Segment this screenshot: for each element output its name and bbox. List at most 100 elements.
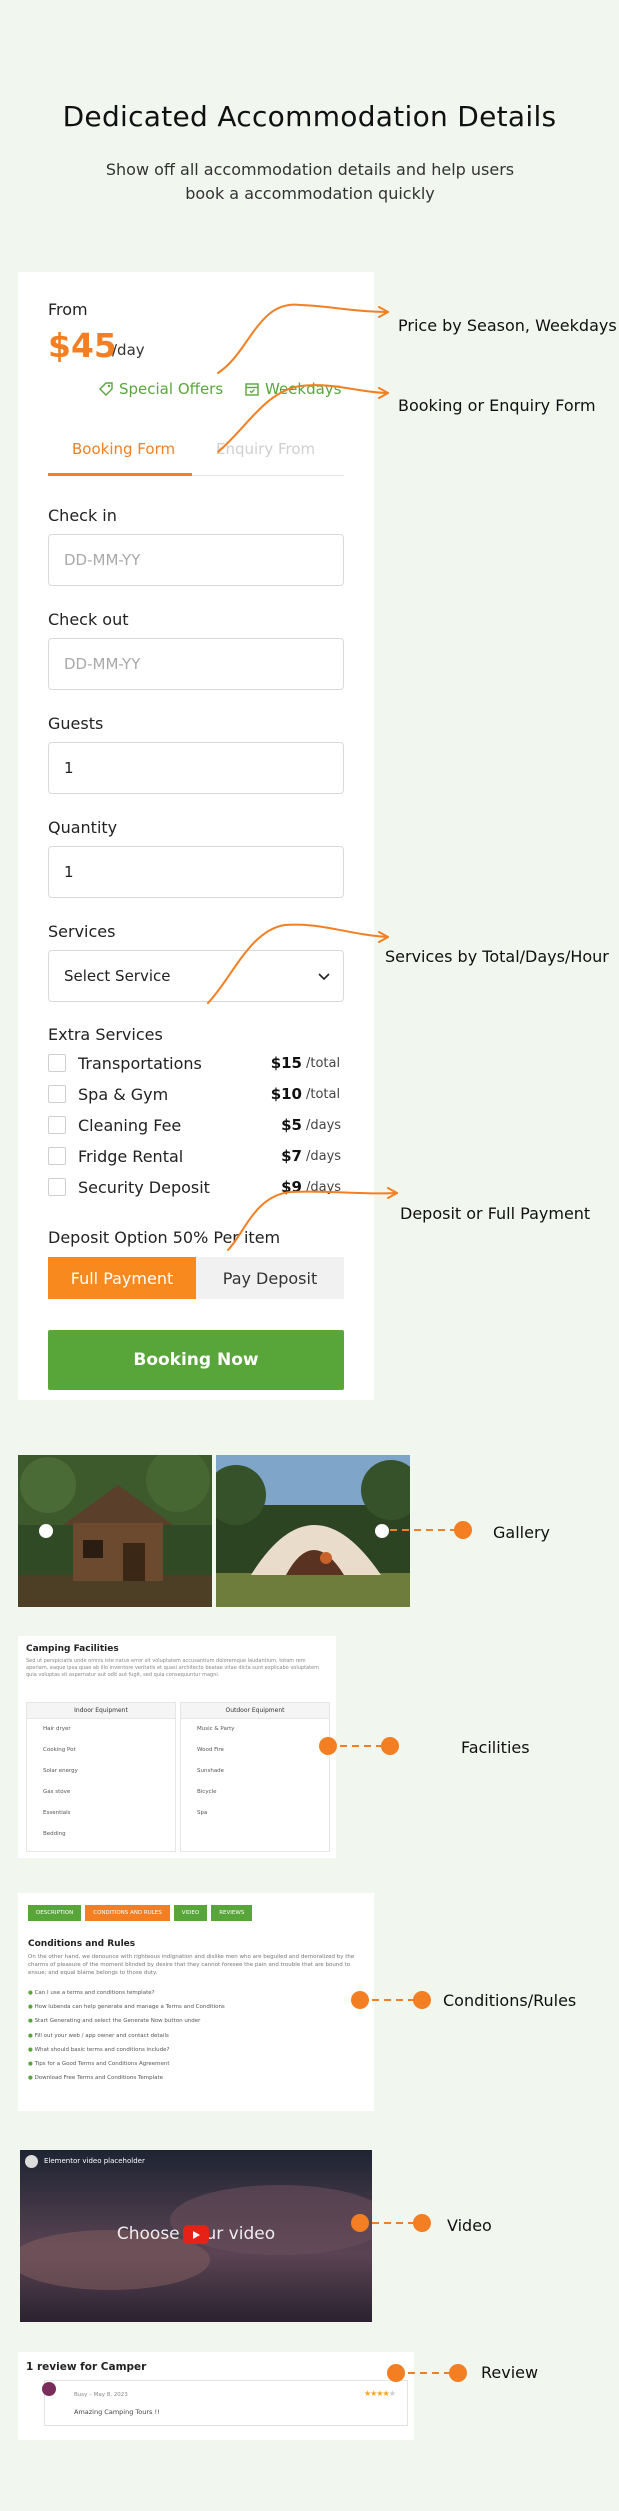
quantity-input[interactable]: 1 bbox=[48, 846, 344, 898]
weekdays-label: Weekdays bbox=[265, 380, 342, 398]
guests-input[interactable]: 1 bbox=[48, 742, 344, 794]
outdoor-equipment-list: Music & Party Wood Fire Sunshade Bicycle… bbox=[181, 1719, 329, 1824]
extra-service-row[interactable]: Spa & Gym $10 /total bbox=[48, 1083, 344, 1105]
extra-service-price: $15 bbox=[270, 1054, 302, 1072]
video-player[interactable]: Elementor video placeholder Choose your … bbox=[20, 2150, 372, 2322]
extra-service-checkbox[interactable] bbox=[48, 1054, 66, 1072]
list-item: Gas stove bbox=[43, 1789, 71, 1795]
extra-service-row[interactable]: Fridge Rental $7 /days bbox=[48, 1145, 344, 1167]
extra-service-price: $5 bbox=[281, 1116, 302, 1134]
extra-service-checkbox[interactable] bbox=[48, 1116, 66, 1134]
list-item: Solar energy bbox=[43, 1768, 78, 1774]
play-icon bbox=[193, 2230, 200, 2239]
indoor-equipment-table: Indoor Equipment Hair dryer Cooking Pot … bbox=[26, 1702, 176, 1852]
extra-service-unit: /days bbox=[306, 1179, 342, 1195]
booking-tabs: Booking Form Enquiry From bbox=[48, 430, 344, 476]
list-item: Bedding bbox=[43, 1831, 66, 1837]
check-out-label: Check out bbox=[48, 610, 129, 629]
review-text: Amazing Camping Tours !! bbox=[74, 2408, 160, 2416]
review-item bbox=[44, 2380, 408, 2426]
conditions-panel: DESCRIPTION CONDITIONS AND RULES VIDEO R… bbox=[18, 1893, 374, 2111]
extra-service-row[interactable]: Cleaning Fee $5 /days bbox=[48, 1114, 344, 1136]
callout-review: Review bbox=[481, 2363, 539, 2382]
list-item: Spa bbox=[197, 1810, 208, 1816]
gallery-image-cabin[interactable] bbox=[18, 1455, 212, 1607]
tab-video[interactable]: VIDEO bbox=[173, 1905, 208, 1921]
page-title: Dedicated Accommodation Details bbox=[62, 100, 557, 133]
list-item: ● Download Free Terms and Conditions Tem… bbox=[28, 2075, 164, 2082]
special-offers-label: Special Offers bbox=[119, 380, 224, 398]
extra-service-name: Transportations bbox=[78, 1053, 202, 1073]
channel-avatar bbox=[25, 2155, 38, 2168]
extra-service-checkbox[interactable] bbox=[48, 1178, 66, 1196]
services-select-value: Select Service bbox=[64, 967, 171, 985]
tab-conditions[interactable]: CONDITIONS AND RULES bbox=[85, 1905, 170, 1921]
guests-label: Guests bbox=[48, 714, 104, 733]
extra-service-unit: /total bbox=[306, 1055, 341, 1071]
conditions-tabs: DESCRIPTION CONDITIONS AND RULES VIDEO R… bbox=[28, 1905, 253, 1921]
list-item: Music & Party bbox=[197, 1726, 235, 1732]
price-unit: /day bbox=[112, 341, 145, 359]
list-item: Cooking Pot bbox=[43, 1747, 76, 1753]
pay-deposit-button[interactable]: Pay Deposit bbox=[196, 1257, 344, 1299]
list-item: ● Tips for a Good Terms and Conditions A… bbox=[28, 2061, 170, 2068]
conditions-title: Conditions and Rules bbox=[28, 1939, 136, 1949]
deposit-option-title: Deposit Option 50% Per item bbox=[48, 1228, 281, 1247]
extra-service-checkbox[interactable] bbox=[48, 1147, 66, 1165]
callout-form: Booking or Enquiry Form bbox=[398, 396, 596, 415]
services-select[interactable]: Select Service bbox=[48, 950, 344, 1002]
quantity-label: Quantity bbox=[48, 818, 118, 837]
facilities-panel: Camping Facilities Sed ut perspiciatis u… bbox=[18, 1636, 336, 1858]
tab-description[interactable]: DESCRIPTION bbox=[28, 1905, 82, 1921]
callout-deposit: Deposit or Full Payment bbox=[400, 1204, 591, 1223]
callout-gallery: Gallery bbox=[493, 1523, 550, 1542]
full-payment-button[interactable]: Full Payment bbox=[48, 1257, 196, 1299]
extra-service-unit: /total bbox=[306, 1086, 341, 1102]
list-item: Wood Fire bbox=[197, 1747, 224, 1753]
list-item: Essentials bbox=[43, 1810, 71, 1816]
list-item: ● Can I use a terms and conditions templ… bbox=[28, 1990, 155, 1996]
dot-gallery bbox=[454, 1521, 472, 1539]
weekdays-link[interactable]: Weekdays bbox=[244, 380, 342, 398]
check-in-input[interactable]: DD-MM-YY bbox=[48, 534, 344, 586]
play-button[interactable] bbox=[183, 2225, 209, 2244]
extra-service-row[interactable]: Security Deposit $9 /days bbox=[48, 1176, 344, 1198]
star-icon: ★ bbox=[388, 2389, 396, 2398]
extra-service-name: Security Deposit bbox=[78, 1177, 210, 1197]
services-label: Services bbox=[48, 922, 116, 941]
callout-video: Video bbox=[447, 2216, 492, 2235]
tab-enquiry-form[interactable]: Enquiry From bbox=[216, 440, 315, 458]
list-item: ● What should basic terms and conditions… bbox=[28, 2046, 170, 2053]
list-item: ● Start Generating and select the Genera… bbox=[28, 2018, 201, 2025]
avatar bbox=[42, 2382, 56, 2396]
from-label: From bbox=[48, 300, 88, 319]
gallery-image-tent[interactable] bbox=[216, 1455, 410, 1607]
list-item: ● Fill out your web / app owner and cont… bbox=[28, 2032, 169, 2039]
review-rating: ★★★★★ bbox=[364, 2389, 396, 2398]
review-panel: 1 review for Camper Busy – May 8, 2023 A… bbox=[18, 2352, 414, 2440]
special-offers-link[interactable]: Special Offers bbox=[98, 380, 223, 398]
extra-services-title: Extra Services bbox=[48, 1025, 163, 1044]
extra-service-price: $10 bbox=[270, 1085, 302, 1103]
cabin-image bbox=[18, 1455, 212, 1607]
tab-booking-form[interactable]: Booking Form bbox=[72, 440, 175, 458]
indoor-equipment-title: Indoor Equipment bbox=[27, 1703, 175, 1719]
outdoor-equipment-title: Outdoor Equipment bbox=[181, 1703, 329, 1719]
extra-service-name: Cleaning Fee bbox=[78, 1115, 182, 1135]
tab-reviews[interactable]: REVIEWS bbox=[211, 1905, 253, 1921]
callout-services: Services by Total/Days/Hour bbox=[385, 947, 609, 966]
conditions-list: ● Can I use a terms and conditions templ… bbox=[28, 1986, 225, 2085]
list-item: ● How iubenda can help generate and mana… bbox=[28, 2004, 225, 2011]
list-item: Bicycle bbox=[197, 1789, 217, 1795]
facilities-intro: Sed ut perspiciatis unde omnis iste natu… bbox=[26, 1658, 320, 1678]
check-out-input[interactable]: DD-MM-YY bbox=[48, 638, 344, 690]
callout-conditions: Conditions/Rules bbox=[443, 1991, 577, 2010]
video-title: Elementor video placeholder bbox=[44, 2157, 145, 2165]
extra-service-checkbox[interactable] bbox=[48, 1085, 66, 1103]
extra-service-row[interactable]: Transportations $15 /total bbox=[48, 1052, 344, 1074]
tag-icon bbox=[99, 382, 113, 396]
booking-now-button[interactable]: Booking Now bbox=[48, 1330, 344, 1390]
chevron-down-icon bbox=[318, 973, 330, 981]
list-item: Sunshade bbox=[197, 1768, 225, 1774]
extra-service-price: $9 bbox=[281, 1178, 302, 1196]
